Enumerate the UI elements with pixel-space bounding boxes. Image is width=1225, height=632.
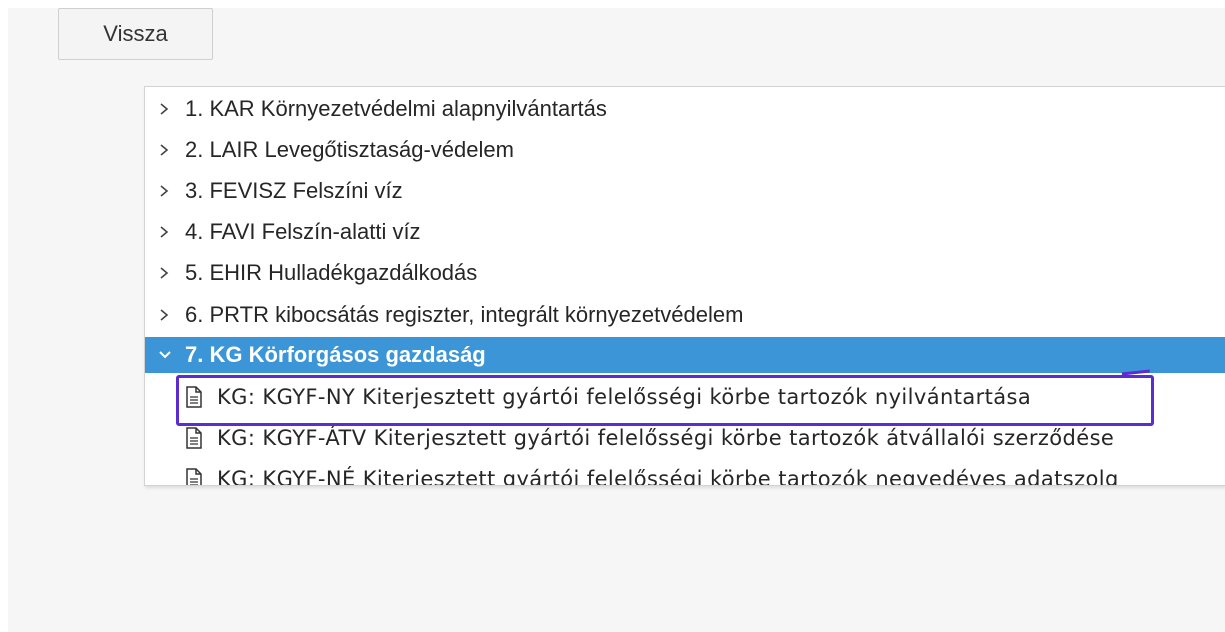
tree-item-label: 6. PRTR kibocsátás regiszter, integrált … [185,302,744,327]
tree-item-kar[interactable]: 1. KAR Környezetvédelmi alapnyilvántartá… [145,91,1225,127]
chevron-right-icon [157,140,185,160]
chevron-right-icon [157,263,185,283]
tree-item-label: 5. EHIR Hulladékgazdálkodás [185,260,478,285]
chevron-right-icon [157,99,185,119]
tree-item-fevisz[interactable]: 3. FEVISZ Felszíni víz [145,173,1225,209]
tree-child-kgyf-atv[interactable]: KG: KGYF-ÁTV Kiterjesztett gyártói felel… [145,420,1225,456]
tree-child-label: KG: KGYF-NY Kiterjesztett gyártói felelő… [217,385,1032,409]
chevron-right-icon [157,305,185,325]
tree-child-kgyf-ny[interactable]: KG: KGYF-NY Kiterjesztett gyártói felelő… [145,379,1225,415]
document-icon [183,467,209,485]
category-tree: 1. KAR Környezetvédelmi alapnyilvántartá… [144,86,1225,486]
tree-child-label: KG: KGYF-NÉ Kiterjesztett gyártói felelő… [217,467,1119,486]
tree-item-label: 7. KG Körforgásos gazdaság [185,342,486,367]
document-icon [183,426,209,450]
tree-child-label: KG: KGYF-ÁTV Kiterjesztett gyártói felel… [217,426,1115,450]
tree-item-ehir[interactable]: 5. EHIR Hulladékgazdálkodás [145,255,1225,291]
chevron-down-icon [157,345,185,365]
tree-item-lair[interactable]: 2. LAIR Levegőtisztaság-védelem [145,132,1225,168]
document-icon [183,385,209,409]
tree-item-kg[interactable]: 7. KG Körforgásos gazdaság [145,337,1225,373]
tree-item-label: 1. KAR Környezetvédelmi alapnyilvántartá… [185,96,607,121]
tree-item-prtr[interactable]: 6. PRTR kibocsátás regiszter, integrált … [145,297,1225,333]
back-button[interactable]: Vissza [58,8,213,60]
tree-item-label: 2. LAIR Levegőtisztaság-védelem [185,137,514,162]
tree-item-favi[interactable]: 4. FAVI Felszín-alatti víz [145,214,1225,250]
tree-item-label: 3. FEVISZ Felszíni víz [185,178,403,203]
chevron-right-icon [157,181,185,201]
chevron-right-icon [157,222,185,242]
tree-item-label: 4. FAVI Felszín-alatti víz [185,219,421,244]
tree-child-kgyf-ne[interactable]: KG: KGYF-NÉ Kiterjesztett gyártói felelő… [145,461,1225,486]
